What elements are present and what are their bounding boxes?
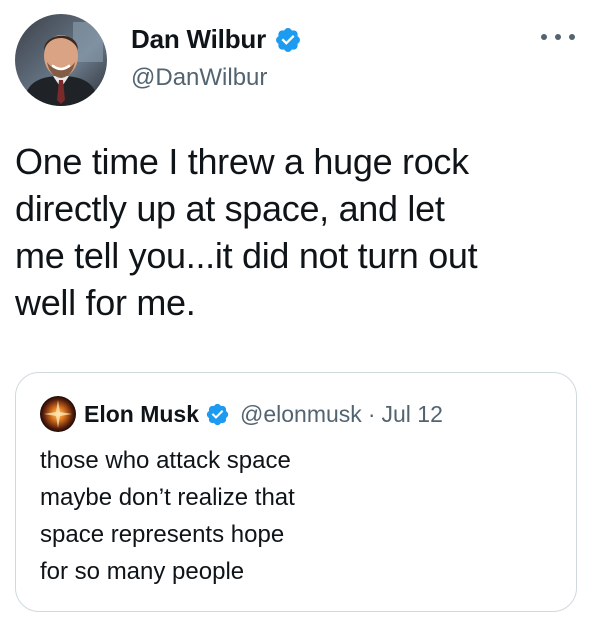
quoted-text-line: maybe don’t realize that (40, 484, 295, 511)
quoted-author-handle[interactable]: @elonmusk (240, 401, 362, 428)
quoted-text-line: those who attack space (40, 447, 291, 474)
tweet-text-line: well for me. (15, 282, 196, 323)
author-display-name[interactable]: Dan Wilbur (131, 24, 266, 55)
dot-icon (569, 34, 575, 40)
quoted-tweet-text: those who attack space maybe don’t reali… (40, 442, 295, 590)
tweet-card: Dan Wilbur @DanWilbur One time I threw a… (0, 0, 599, 640)
tweet-text-line: me tell you...it did not turn out (15, 235, 478, 276)
quoted-text-line: space represents hope (40, 521, 285, 548)
separator-dot: · (367, 400, 376, 427)
tweet-text-line: One time I threw a huge rock (15, 141, 469, 182)
dot-icon (555, 34, 561, 40)
more-horizontal-icon[interactable] (541, 30, 575, 44)
dot-icon (541, 34, 547, 40)
quoted-tweet-header: Elon Musk @elonmusk · Jul 12 (40, 396, 443, 432)
verified-badge-icon (205, 402, 230, 427)
tweet-text: One time I threw a huge rock directly up… (15, 138, 580, 326)
verified-badge-icon (274, 26, 302, 54)
author-avatar[interactable] (15, 14, 107, 106)
quoted-author-avatar[interactable] (40, 396, 76, 432)
author-name-row: Dan Wilbur (131, 24, 302, 55)
author-handle[interactable]: @DanWilbur (131, 64, 267, 92)
tweet-text-line: directly up at space, and let (15, 188, 445, 229)
quoted-tweet[interactable]: Elon Musk @elonmusk · Jul 12 those who a… (15, 372, 577, 612)
quoted-text-line: for so many people (40, 558, 245, 585)
quoted-author-display-name[interactable]: Elon Musk (84, 401, 199, 428)
quoted-tweet-date[interactable]: Jul 12 (381, 401, 442, 428)
